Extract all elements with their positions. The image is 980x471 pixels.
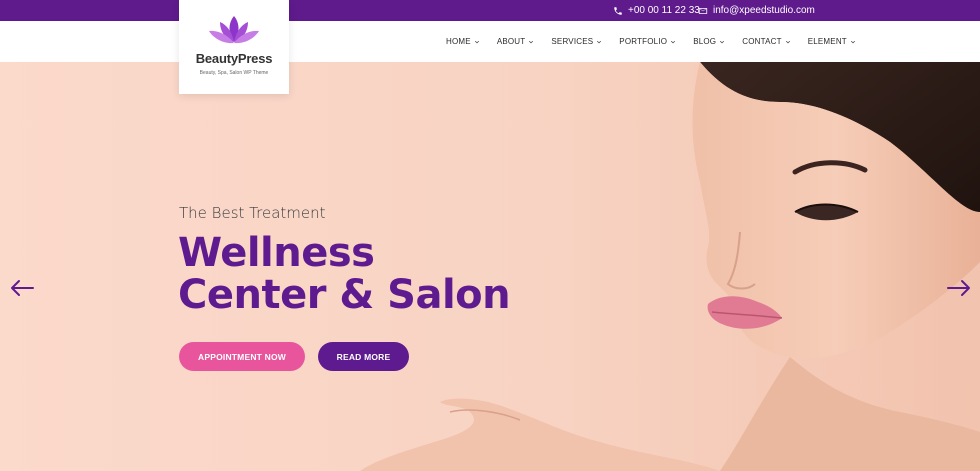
arrow-right-icon[interactable] [946,276,972,300]
nav-label: ELEMENT [807,37,847,46]
lotus-icon [209,16,259,44]
chevron-down-icon [671,40,676,43]
main-navbar: HOME ABOUT SERVICES PORTFOLIO BLOG CONTA… [0,21,980,62]
logo-name: BeautyPress [195,51,273,66]
nav-item-home[interactable]: HOME [446,37,480,46]
phone-icon [614,6,622,15]
nav-label: ABOUT [496,37,526,46]
read-more-button[interactable]: READ MORE [318,342,409,371]
top-email[interactable]: info@xpeedstudio.com [698,0,815,21]
hero-eyebrow: The Best Treatment [179,204,326,222]
top-phone[interactable]: +00 00 11 22 33 [613,0,700,21]
main-nav: HOME ABOUT SERVICES PORTFOLIO BLOG CONTA… [446,21,873,62]
nav-item-contact[interactable]: CONTACT [742,37,790,46]
phone-number: +00 00 11 22 33 [628,5,700,16]
hero-slider: The Best Treatment Wellness Center & Sal… [0,62,980,471]
nav-label: PORTFOLIO [619,37,668,46]
nav-item-about[interactable]: ABOUT [497,37,535,46]
chevron-down-icon [785,40,790,43]
chevron-down-icon [474,40,479,43]
email-address: info@xpeedstudio.com [713,5,815,16]
hero-headline-line1: Wellness [178,230,375,276]
arrow-left-icon[interactable] [9,276,35,300]
nav-label: BLOG [693,37,717,46]
nav-label: SERVICES [551,37,594,46]
envelope-icon [698,7,708,14]
logo-tagline: Beauty, Spa, Salon WP Theme [199,70,269,76]
chevron-down-icon [529,40,534,43]
top-bar: +00 00 11 22 33 info@xpeedstudio.com [0,0,980,21]
chevron-down-icon [597,40,602,43]
nav-item-portfolio[interactable]: PORTFOLIO [619,37,676,46]
nav-label: HOME [446,37,471,46]
nav-item-element[interactable]: ELEMENT [808,37,856,46]
hero-headline: Wellness Center & Salon [178,232,538,316]
hero-headline-line2: Center & Salon [178,272,511,318]
chevron-down-icon [720,40,725,43]
nav-item-services[interactable]: SERVICES [551,37,602,46]
nav-item-blog[interactable]: BLOG [693,37,725,46]
appointment-button[interactable]: APPOINTMENT NOW [179,342,305,371]
chevron-down-icon [850,40,855,43]
site-logo[interactable]: BeautyPress Beauty, Spa, Salon WP Theme [179,0,289,94]
nav-label: CONTACT [742,37,782,46]
